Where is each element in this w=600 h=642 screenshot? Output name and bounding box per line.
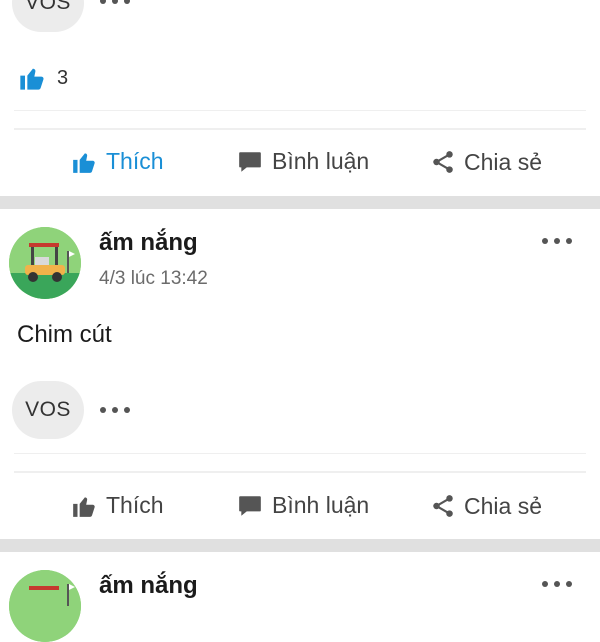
divider [14,471,586,473]
reaction-chip[interactable]: VOS [12,381,84,439]
avatar[interactable] [9,570,81,642]
speech-bubble-icon [239,495,261,516]
thumbs-up-icon [73,496,95,517]
thumbs-up-icon [20,68,44,90]
share-button[interactable]: Chia sẻ [430,148,542,176]
golf-cart-avatar-image [9,227,81,299]
comment-button-label: Bình luận [272,492,370,518]
like-button-label: Thích [106,492,164,518]
more-reactions-icon[interactable] [100,407,130,413]
like-summary[interactable]: 3 [17,64,68,92]
comment-button[interactable]: Bình luận [236,492,369,519]
share-button-label: Chia sẻ [464,148,542,175]
share-icon [433,151,453,173]
like-button-label: Thích [106,148,164,174]
like-button[interactable]: Thích [70,492,164,519]
share-button-label: Chia sẻ [464,492,542,519]
divider [14,453,586,454]
like-count: 3 [57,66,69,89]
comment-button-label: Bình luận [272,148,370,174]
thumbs-up-icon [73,152,95,173]
share-button[interactable]: Chia sẻ [430,492,542,520]
comment-button[interactable]: Bình luận [236,148,369,175]
post-author-name[interactable]: ấm nắng [99,229,198,257]
reaction-chip[interactable]: VOS [12,0,84,32]
reaction-chip-label: VOS [25,398,71,421]
divider [14,110,586,111]
more-options-icon[interactable] [542,581,572,587]
more-options-icon[interactable] [542,238,572,244]
divider [14,128,586,130]
post-content: Chim cút [17,321,112,348]
post-separator [0,196,600,209]
golf-cart-avatar-image [9,570,81,642]
more-reactions-icon[interactable] [100,0,130,4]
post-author-name[interactable]: ấm nắng [99,572,198,600]
share-icon [433,495,453,517]
post-separator [0,539,600,552]
post-timestamp[interactable]: 4/3 lúc 13:42 [99,268,208,290]
avatar[interactable] [9,227,81,299]
speech-bubble-icon [239,151,261,172]
reaction-chip-label: VOS [25,0,71,14]
like-button[interactable]: Thích [70,148,164,175]
